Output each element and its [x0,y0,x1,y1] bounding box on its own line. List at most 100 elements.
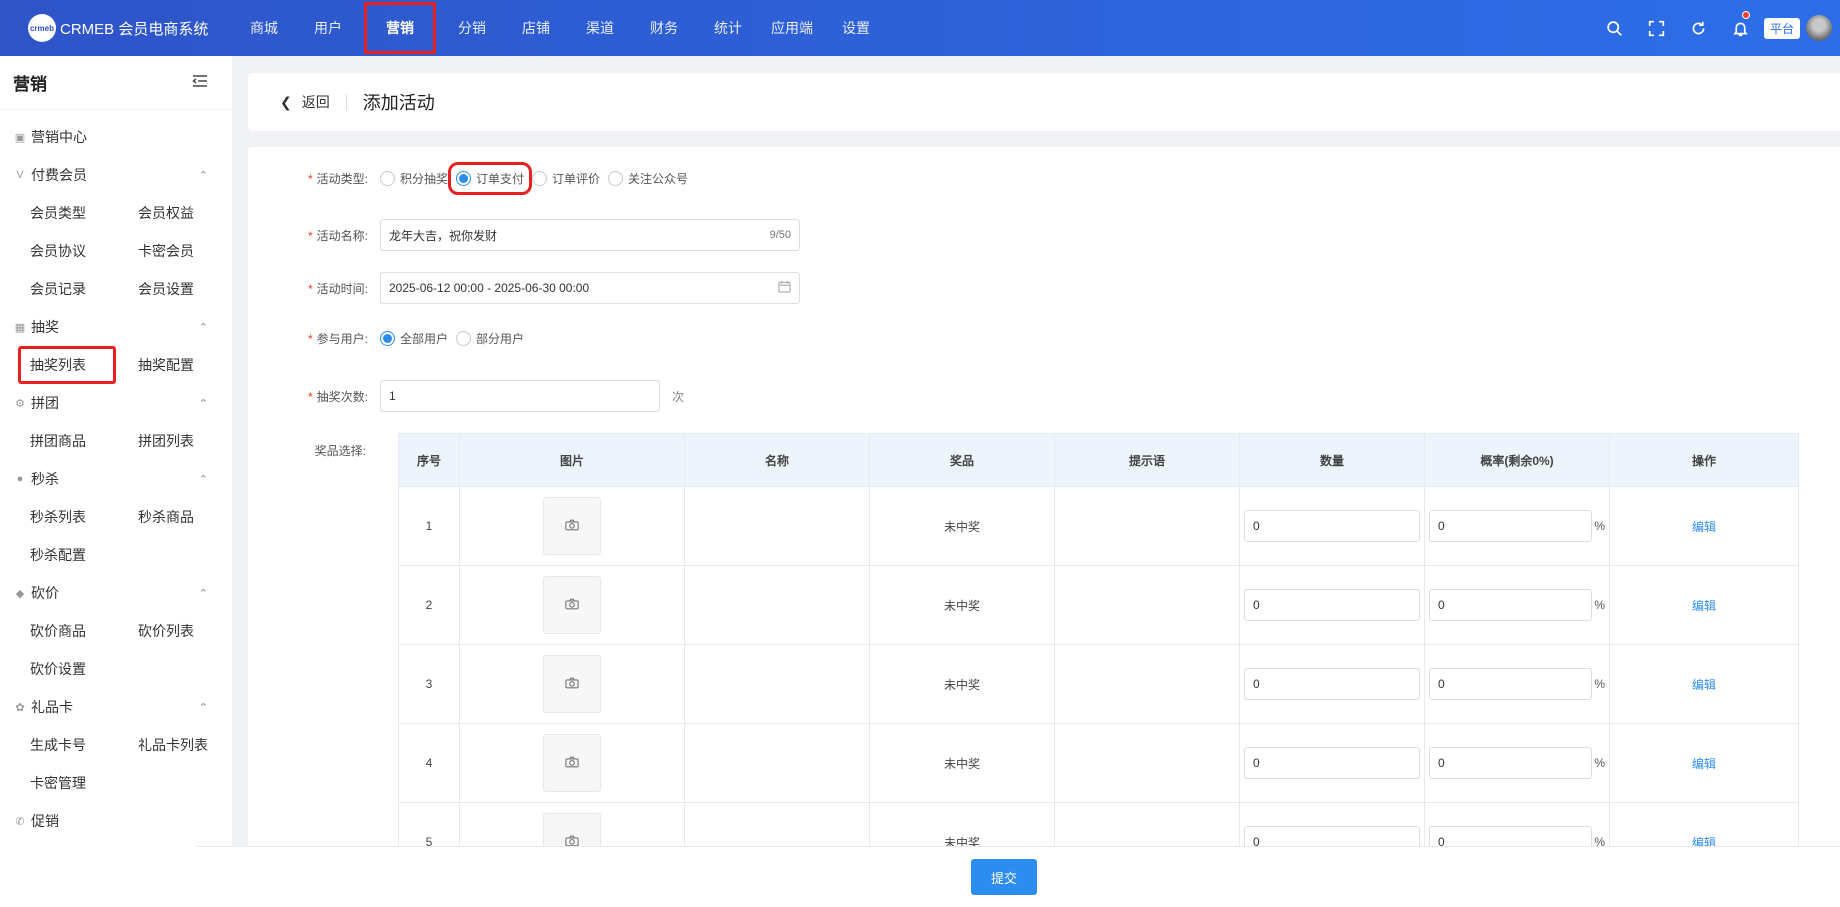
sidebar-section-3[interactable]: ● 秒杀 ⌃ [0,460,232,498]
sidebar-link[interactable]: 抽奖配置 [126,346,232,384]
sidebar-link[interactable]: 拼团商品 [18,422,126,460]
chevron-up-icon[interactable]: ⌃ [199,473,208,486]
sidebar-link[interactable]: 抽奖列表 [18,346,116,384]
column-header: 名称 [684,433,870,487]
probability-input[interactable]: 0 [1429,589,1593,621]
edit-link[interactable]: 编辑 [1692,599,1716,613]
nav-item-7[interactable]: 统计 [696,0,760,56]
upload-image-button[interactable] [543,734,601,792]
radio-circle[interactable] [532,170,548,186]
sidebar-section-title: 促销 [31,813,59,829]
draw-times-input[interactable]: 1 [380,380,660,412]
radio-circle[interactable] [608,170,624,186]
probability-input[interactable]: 0 [1429,747,1593,779]
edit-link[interactable]: 编辑 [1692,757,1716,771]
radio-circle[interactable] [380,170,395,186]
nav-item-1[interactable]: 用户 [296,0,360,56]
radio-circle[interactable] [456,170,472,186]
sidebar-link[interactable]: 会员权益 [126,194,232,232]
upload-image-button[interactable] [543,576,601,634]
activity-name-input[interactable]: 龙年大吉，祝你发财 9/50 [380,219,800,251]
radio-option[interactable]: 订单评价 [532,170,600,187]
refresh-icon[interactable] [1678,0,1720,56]
nav-item-9[interactable]: 设置 [824,0,888,56]
sidebar-link[interactable]: 砍价商品 [18,612,126,650]
sidebar-section-2[interactable]: ⚙ 拼团 ⌃ [0,384,232,422]
sidebar-link[interactable]: 秒杀列表 [18,498,126,536]
nav-item-3[interactable]: 分销 [440,0,504,56]
radio-option[interactable]: 关注公众号 [608,170,688,187]
sidebar-link[interactable]: 生成卡号 [18,726,126,764]
radio-option[interactable]: 积分抽奖 [380,170,448,187]
platform-badge[interactable]: 平台 [1763,17,1800,39]
quantity-input[interactable]: 0 [1244,510,1420,542]
upload-image-button[interactable] [543,497,601,555]
nav-item-2[interactable]: 营销 [362,0,438,56]
nav-item-6[interactable]: 财务 [632,0,696,56]
radio-circle[interactable] [380,330,395,346]
sidebar-link[interactable]: 礼品卡列表 [126,726,232,764]
activity-time-row: * 活动时间: 2025-06-12 00:00 - 2025-06-30 00:… [248,272,800,304]
edit-link[interactable]: 编辑 [1692,520,1716,534]
sidebar-link[interactable]: 砍价设置 [18,650,126,688]
sidebar-link[interactable]: 卡密会员 [126,232,232,270]
search-icon[interactable] [1594,0,1636,56]
sidebar-section-0[interactable]: V 付费会员 ⌃ [0,156,232,194]
chevron-up-icon[interactable]: ⌃ [199,397,208,410]
sidebar-item-label: 营销中心 [31,129,87,145]
chevron-up-icon[interactable]: ⌃ [199,701,208,714]
sidebar-link[interactable]: 会员设置 [126,270,232,308]
quantity-input[interactable]: 0 [1244,747,1420,779]
group-icon: ⚙ [15,397,25,410]
sidebar-link[interactable]: 会员协议 [18,232,126,270]
sidebar-section-4[interactable]: ◆ 砍价 ⌃ [0,574,232,612]
table-row: 3 未中奖 0 0% 编辑 [398,644,1799,724]
nav-item-0[interactable]: 商城 [232,0,296,56]
sidebar-link[interactable]: 秒杀配置 [18,536,126,574]
bell-icon[interactable] [1720,0,1762,56]
sidebar-link[interactable]: 会员记录 [18,270,126,308]
sidebar-link[interactable]: 卡密管理 [18,764,126,802]
activity-time-picker[interactable]: 2025-06-12 00:00 - 2025-06-30 00:00 [380,272,800,304]
submit-button[interactable]: 提交 [971,859,1037,895]
percent-sign: % [1594,756,1605,770]
chevron-up-icon[interactable]: ⌃ [199,321,208,334]
probability-input[interactable]: 0 [1429,668,1593,700]
sidebar-link[interactable]: 砍价列表 [126,612,232,650]
nav-item-8[interactable]: 应用端 [760,0,824,56]
edit-link[interactable]: 编辑 [1692,678,1716,692]
back-button[interactable]: ❮ 返回 [280,92,330,112]
form-label: * 活动时间: [307,281,368,296]
sidebar-section-6[interactable]: ✆ 促销 [0,802,232,840]
sidebar-link[interactable]: 会员类型 [18,194,126,232]
chevron-up-icon[interactable]: ⌃ [199,587,208,600]
grid-icon: ▦ [14,321,26,334]
sidebar-item-marketing-center[interactable]: ▣ 营销中心 [0,118,232,156]
prize-cell: 未中奖 [869,644,1055,724]
collapse-menu-icon[interactable] [192,74,208,91]
upload-image-button[interactable] [543,655,601,713]
chevron-up-icon[interactable]: ⌃ [199,169,208,182]
nav-item-5[interactable]: 渠道 [568,0,632,56]
sidebar-link[interactable]: 拼团列表 [126,422,232,460]
radio-option[interactable]: 全部用户 [380,330,448,347]
quantity-input[interactable]: 0 [1244,668,1420,700]
sidebar-title: 营销 [13,75,47,94]
sidebar-section-1[interactable]: ▦ 抽奖 ⌃ [0,308,232,346]
radio-option[interactable]: 订单支付 [448,161,533,195]
char-count: 9/50 [769,229,791,241]
table-row: 1 未中奖 0 0% 编辑 [398,486,1799,566]
sidebar-link[interactable]: 秒杀商品 [126,498,232,536]
radio-option[interactable]: 部分用户 [456,330,524,347]
nav-item-4[interactable]: 店铺 [504,0,568,56]
logo[interactable]: crmeb CRMEB 会员电商系统 [0,14,232,42]
avatar[interactable] [1806,15,1832,41]
sidebar-sections: V 付费会员 ⌃ 会员类型 会员权益 会员协议 卡密会员 会员记录 会员设置 ▦ 抽奖 ⌃ 抽奖列表 抽奖… [0,156,232,840]
sidebar-section-5[interactable]: ✿ 礼品卡 ⌃ [0,688,232,726]
fullscreen-icon[interactable] [1636,0,1678,56]
probability-input[interactable]: 0 [1429,510,1593,542]
radio-circle[interactable] [456,330,472,346]
prize-select-row: 奖品选择: [248,443,378,458]
prize-cell: 未中奖 [869,723,1055,803]
quantity-input[interactable]: 0 [1244,589,1420,621]
